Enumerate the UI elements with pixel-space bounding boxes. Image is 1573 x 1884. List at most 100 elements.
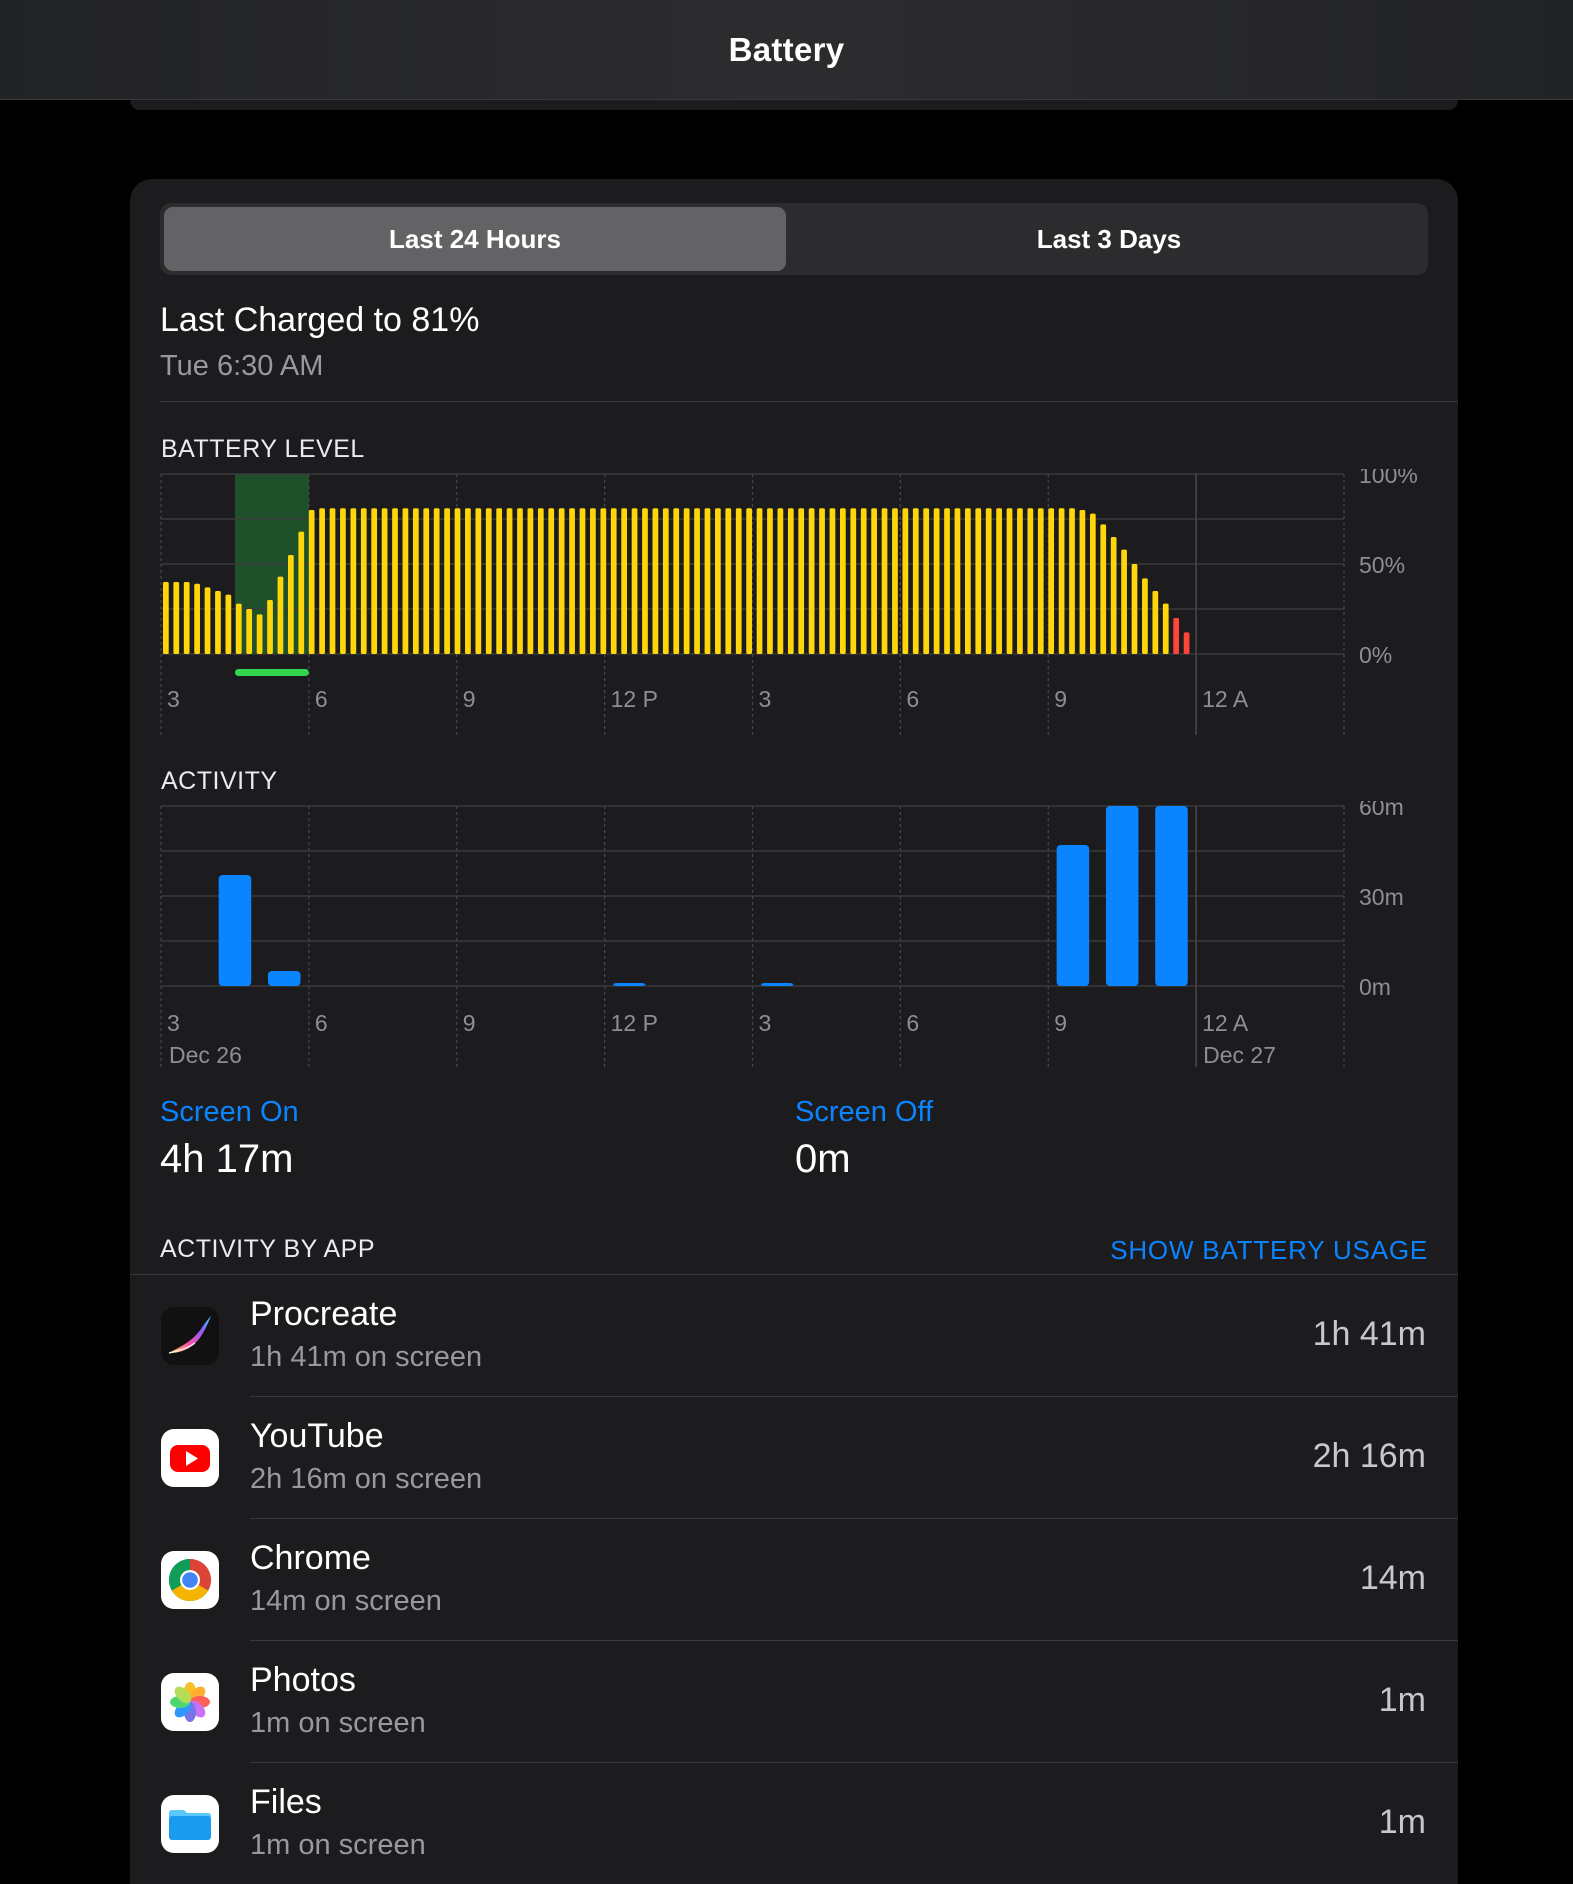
battery-bar bbox=[892, 508, 898, 654]
battery-bar bbox=[444, 508, 450, 654]
battery-bar bbox=[871, 508, 877, 654]
segment-last-3-days[interactable]: Last 3 Days bbox=[794, 207, 1424, 271]
previous-card-edge bbox=[130, 100, 1458, 110]
app-usage-time: 1h 41m bbox=[1312, 1315, 1426, 1353]
screen-off-label: Screen Off bbox=[795, 1096, 934, 1128]
battery-bar bbox=[402, 508, 409, 654]
battery-bar bbox=[1162, 603, 1169, 654]
date-label: Dec 27 bbox=[1203, 1042, 1276, 1067]
battery-bar bbox=[485, 508, 492, 654]
battery-card: Last 24 Hours Last 3 Days Last Charged t… bbox=[130, 179, 1458, 1884]
battery-bar bbox=[579, 508, 586, 654]
battery-bar bbox=[642, 508, 648, 654]
battery-bar bbox=[423, 508, 430, 654]
battery-bar bbox=[694, 508, 700, 654]
battery-bar bbox=[475, 508, 482, 654]
battery-bar bbox=[527, 508, 534, 654]
battery-bar bbox=[985, 508, 992, 654]
app-usage-time: 1m bbox=[1378, 1803, 1426, 1841]
battery-bar bbox=[350, 508, 357, 654]
battery-bar bbox=[163, 582, 169, 654]
segment-last-24-hours[interactable]: Last 24 Hours bbox=[164, 207, 786, 271]
battery-bar bbox=[798, 508, 805, 654]
screen-on-label: Screen On bbox=[160, 1096, 299, 1128]
battery-bar bbox=[1131, 564, 1138, 654]
battery-bar bbox=[923, 508, 930, 654]
battery-bar bbox=[340, 508, 346, 654]
y-tick-label: 30m bbox=[1359, 884, 1404, 910]
battery-bar bbox=[590, 508, 596, 654]
activity-bar bbox=[1056, 845, 1090, 986]
battery-bar bbox=[454, 508, 461, 654]
x-tick-label: 3 bbox=[167, 1010, 180, 1036]
divider bbox=[160, 401, 1458, 402]
battery-bar bbox=[204, 587, 211, 654]
x-tick-label: 9 bbox=[1054, 1010, 1067, 1036]
battery-bar bbox=[767, 508, 773, 654]
battery-level-chart: 100% 50% 0% 3 6 9 12 P 3 6 9 12 A bbox=[160, 469, 1418, 735]
app-row-files[interactable]: Files 1m on screen 1m bbox=[130, 1763, 1458, 1884]
battery-bar bbox=[569, 508, 575, 654]
app-name: Files bbox=[250, 1783, 322, 1821]
x-tick-label: 9 bbox=[463, 1010, 476, 1036]
x-tick-label: 12 A bbox=[1202, 686, 1249, 712]
battery-bar bbox=[881, 508, 888, 654]
battery-bar bbox=[662, 508, 669, 654]
battery-bar bbox=[954, 508, 961, 654]
x-tick-label: 3 bbox=[759, 1010, 772, 1036]
battery-bar bbox=[1183, 632, 1190, 654]
nav-title: Battery bbox=[728, 30, 845, 68]
charging-indicator bbox=[234, 669, 309, 676]
app-row-procreate[interactable]: Procreate 1h 41m on screen 1h 41m bbox=[130, 1275, 1458, 1397]
battery-bar bbox=[506, 508, 513, 654]
y-tick-label: 0% bbox=[1359, 642, 1392, 668]
battery-bar bbox=[933, 508, 940, 654]
battery-bar bbox=[777, 508, 784, 654]
battery-bar bbox=[746, 508, 752, 654]
battery-bar bbox=[1058, 508, 1065, 654]
battery-bar bbox=[610, 508, 617, 654]
app-row-youtube[interactable]: YouTube 2h 16m on screen 2h 16m bbox=[130, 1397, 1458, 1519]
x-tick-label: 9 bbox=[463, 686, 476, 712]
photos-icon bbox=[161, 1673, 219, 1731]
battery-bar bbox=[360, 508, 367, 654]
battery-bar bbox=[246, 609, 253, 654]
battery-bar bbox=[704, 508, 711, 654]
battery-bar bbox=[756, 508, 763, 654]
x-tick-label: 12 A bbox=[1202, 1010, 1249, 1036]
app-screen-time: 1m on screen bbox=[250, 1829, 426, 1861]
y-tick-label: 0m bbox=[1359, 974, 1391, 1000]
app-screen-time: 2h 16m on screen bbox=[250, 1463, 483, 1495]
x-tick-label: 3 bbox=[759, 686, 772, 712]
app-screen-time: 1h 41m on screen bbox=[250, 1341, 483, 1373]
app-usage-time: 2h 16m bbox=[1312, 1437, 1426, 1475]
activity-by-app-label: ACTIVITY BY APP bbox=[160, 1235, 375, 1263]
battery-bar bbox=[1100, 524, 1107, 654]
battery-bar bbox=[1079, 510, 1086, 654]
x-tick-label: 12 P bbox=[611, 1010, 658, 1036]
battery-level-label: BATTERY LEVEL bbox=[161, 435, 365, 463]
app-row-photos[interactable]: Photos 1m on screen 1m bbox=[130, 1641, 1458, 1763]
app-screen-time: 1m on screen bbox=[250, 1707, 426, 1739]
battery-bar bbox=[1048, 508, 1055, 654]
battery-bar bbox=[964, 508, 971, 654]
battery-bar bbox=[558, 508, 565, 654]
battery-bar bbox=[1006, 508, 1013, 654]
app-row-chrome[interactable]: Chrome 14m on screen 14m bbox=[130, 1519, 1458, 1641]
battery-bar bbox=[819, 508, 825, 654]
screen-off-value: 0m bbox=[795, 1137, 851, 1181]
procreate-icon bbox=[161, 1307, 219, 1365]
battery-bar bbox=[829, 508, 836, 654]
battery-bar bbox=[319, 508, 325, 654]
show-battery-usage-button[interactable]: SHOW BATTERY USAGE bbox=[1110, 1235, 1428, 1266]
app-name: Photos bbox=[250, 1661, 356, 1699]
time-range-segmented-control: Last 24 Hours Last 3 Days bbox=[160, 203, 1428, 275]
battery-bar bbox=[287, 555, 294, 654]
battery-bar bbox=[902, 508, 909, 654]
battery-bar bbox=[975, 508, 982, 654]
activity-bar bbox=[760, 983, 794, 986]
battery-bar bbox=[183, 582, 190, 654]
battery-bar bbox=[944, 508, 950, 654]
x-tick-label: 6 bbox=[906, 1010, 919, 1036]
app-name: YouTube bbox=[250, 1417, 384, 1455]
